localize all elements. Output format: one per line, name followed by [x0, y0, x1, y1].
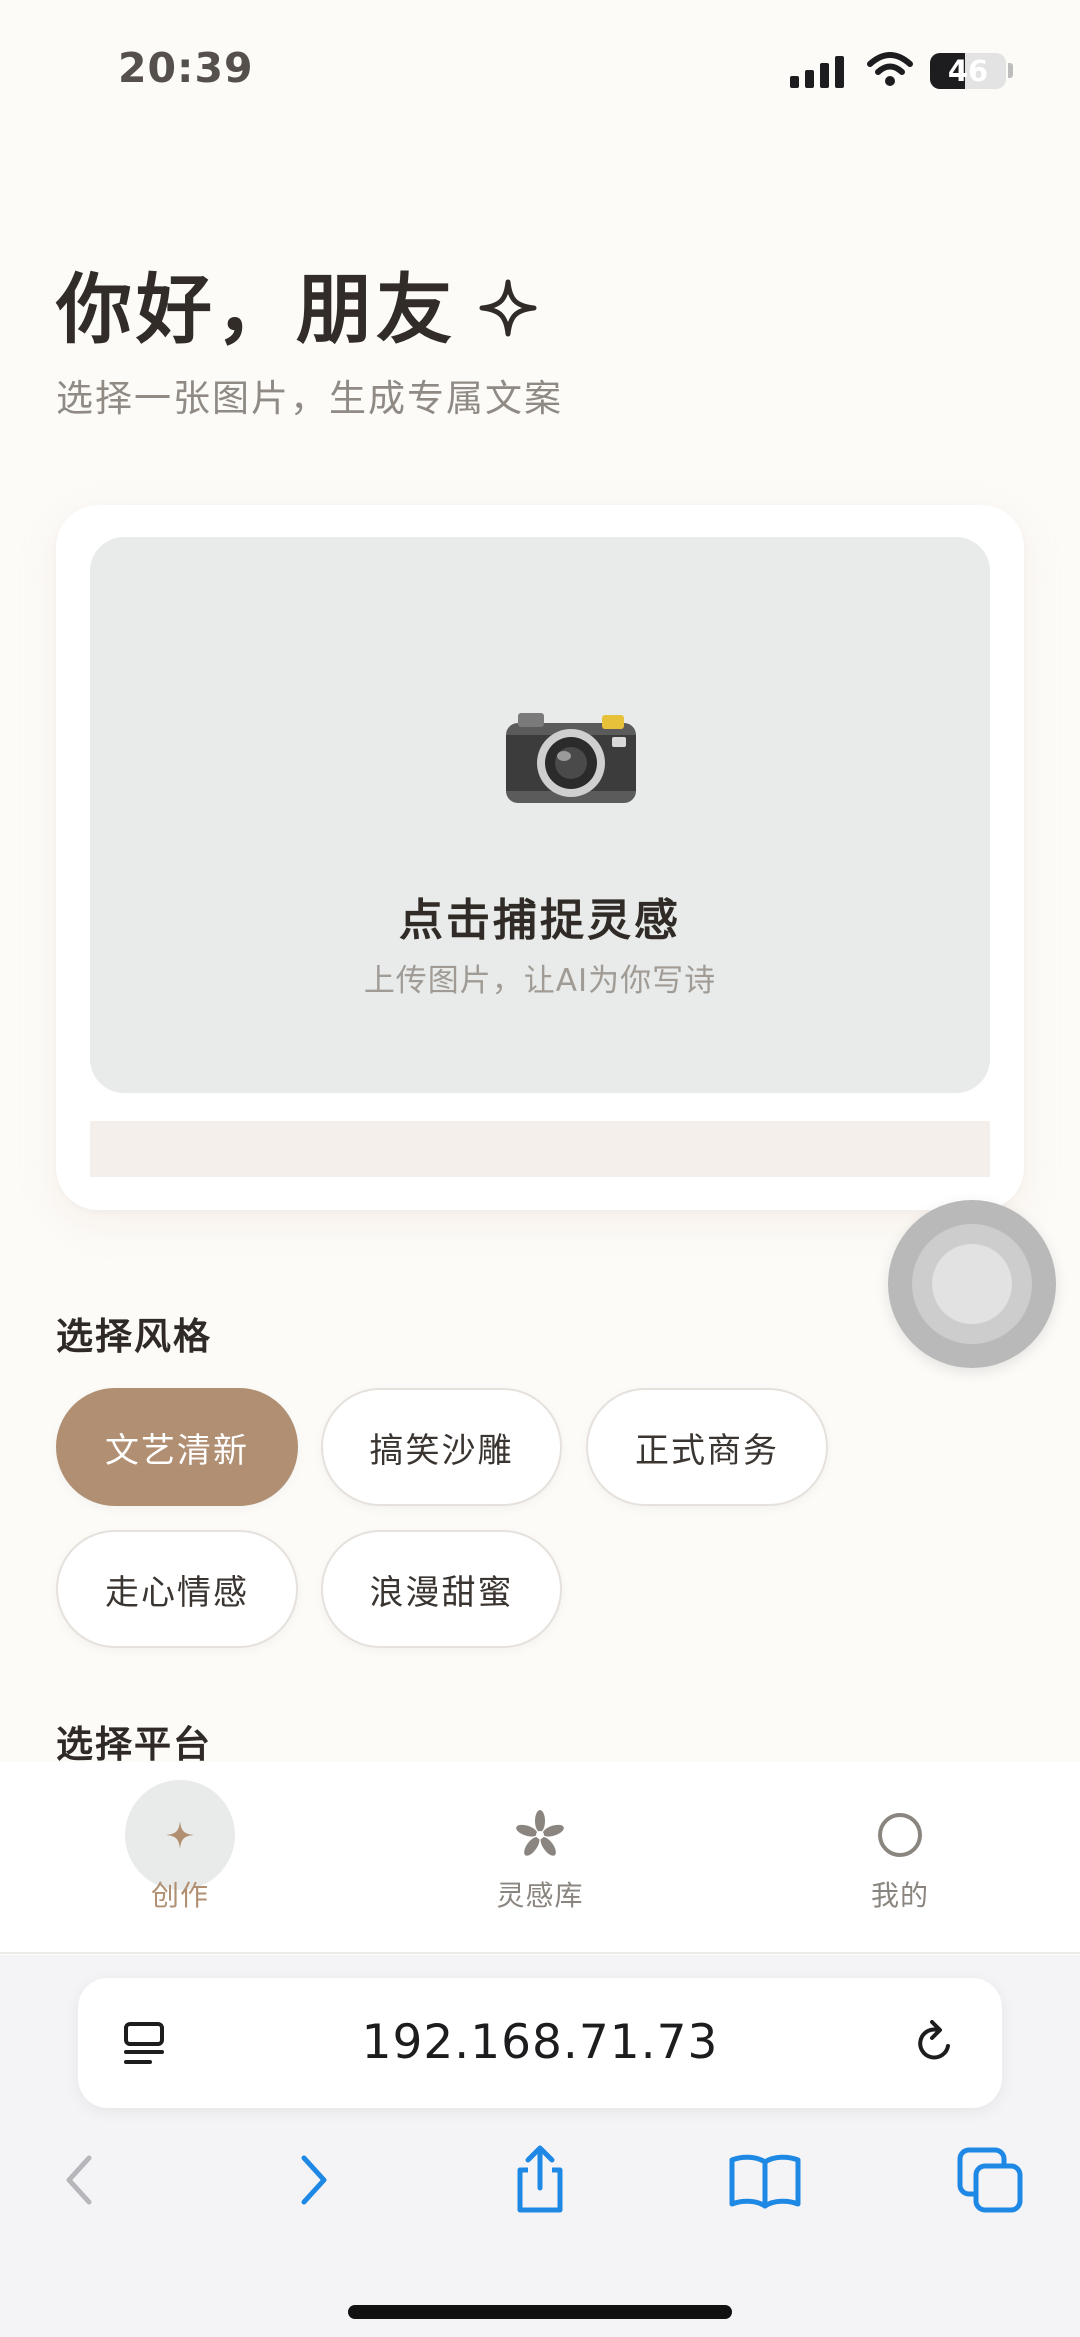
battery-level: 46	[947, 54, 989, 88]
share-icon	[517, 2145, 563, 2213]
book-icon	[729, 2154, 801, 2209]
upload-card: 点击捕捉灵感 上传图片，让AI为你写诗	[56, 505, 1024, 1210]
assist-core	[932, 1244, 1012, 1324]
forward-button[interactable]	[268, 2135, 358, 2225]
battery-indicator: 46	[930, 53, 1006, 89]
page-subtitle: 选择一张图片，生成专属文案	[56, 377, 563, 420]
home-indicator	[348, 2305, 732, 2319]
flower-icon	[510, 1805, 570, 1865]
tab-create[interactable]: 创作	[70, 1762, 290, 1954]
status-time: 20:39	[118, 44, 254, 92]
tab-label: 灵感库	[496, 1879, 584, 1912]
tab-label: 我的	[870, 1879, 929, 1912]
sparkle-icon	[150, 1805, 210, 1865]
tab-inspiration-library[interactable]: 灵感库	[430, 1762, 650, 1954]
camera-icon	[506, 713, 636, 803]
tabs-icon	[957, 2147, 1023, 2213]
battery-cap	[1008, 63, 1013, 78]
tabs-button[interactable]	[945, 2135, 1035, 2225]
style-chip-literary[interactable]: 文艺清新	[56, 1388, 298, 1506]
chevron-left-icon	[66, 2155, 92, 2205]
style-chip-business[interactable]: 正式商务	[586, 1388, 828, 1506]
sparkle-icon	[479, 279, 537, 337]
page-title: 你好，朋友	[56, 265, 456, 354]
style-chip-romantic[interactable]: 浪漫甜蜜	[321, 1530, 562, 1648]
platform-section-label: 选择平台	[56, 1723, 212, 1766]
back-button[interactable]	[35, 2135, 125, 2225]
url-text[interactable]: 192.168.71.73	[78, 1978, 1002, 2108]
style-section-label: 选择风格	[56, 1315, 212, 1358]
tab-profile[interactable]: 我的	[790, 1762, 1010, 1954]
address-bar[interactable]: 192.168.71.73	[78, 1978, 1002, 2108]
upload-title: 点击捕捉灵感	[399, 895, 681, 946]
bookmarks-button[interactable]	[720, 2135, 810, 2225]
greeting-row: 你好，朋友	[56, 248, 540, 358]
cellular-signal-icon	[790, 52, 846, 88]
reload-icon[interactable]	[908, 2016, 962, 2070]
wifi-icon	[867, 52, 913, 86]
style-chip-funny[interactable]: 搞笑沙雕	[321, 1388, 562, 1506]
floating-assist-button[interactable]	[888, 1200, 1056, 1368]
share-button[interactable]	[495, 2135, 585, 2225]
image-upload-area[interactable]: 点击捕捉灵感 上传图片，让AI为你写诗	[90, 537, 990, 1093]
circle-icon	[870, 1805, 930, 1865]
style-chip-emotional[interactable]: 走心情感	[56, 1530, 298, 1648]
card-footer-strip	[90, 1121, 990, 1177]
browser-toolbar: 192.168.71.73	[0, 1955, 1080, 2337]
upload-hint: 上传图片，让AI为你写诗	[363, 963, 717, 999]
chevron-right-icon	[301, 2155, 327, 2205]
bottom-tab-bar: 创作 灵感库 我的	[0, 1762, 1080, 1954]
tab-label: 创作	[150, 1879, 209, 1912]
